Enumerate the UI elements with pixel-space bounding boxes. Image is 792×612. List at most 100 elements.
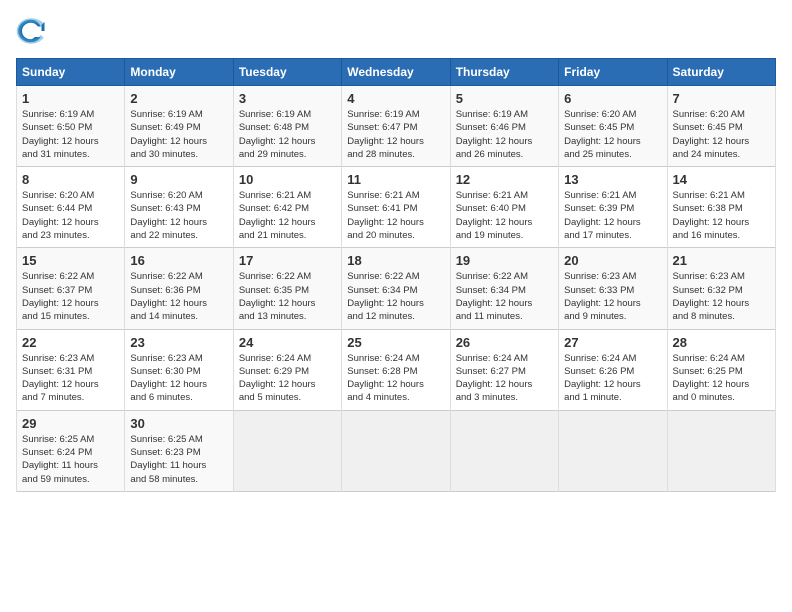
day-number: 24 <box>239 335 336 350</box>
day-info: Sunrise: 6:20 AM Sunset: 6:45 PM Dayligh… <box>673 108 770 161</box>
day-number: 25 <box>347 335 444 350</box>
calendar-table: SundayMondayTuesdayWednesdayThursdayFrid… <box>16 58 776 492</box>
day-info: Sunrise: 6:19 AM Sunset: 6:49 PM Dayligh… <box>130 108 227 161</box>
day-number: 26 <box>456 335 553 350</box>
day-number: 6 <box>564 91 661 106</box>
day-number: 8 <box>22 172 119 187</box>
day-info: Sunrise: 6:19 AM Sunset: 6:48 PM Dayligh… <box>239 108 336 161</box>
day-info: Sunrise: 6:23 AM Sunset: 6:33 PM Dayligh… <box>564 270 661 323</box>
day-info: Sunrise: 6:25 AM Sunset: 6:24 PM Dayligh… <box>22 433 119 486</box>
day-info: Sunrise: 6:20 AM Sunset: 6:45 PM Dayligh… <box>564 108 661 161</box>
calendar-container: SundayMondayTuesdayWednesdayThursdayFrid… <box>0 0 792 502</box>
day-number: 1 <box>22 91 119 106</box>
day-info: Sunrise: 6:23 AM Sunset: 6:31 PM Dayligh… <box>22 352 119 405</box>
day-number: 10 <box>239 172 336 187</box>
week-row-5: 29 Sunrise: 6:25 AM Sunset: 6:24 PM Dayli… <box>17 410 776 491</box>
day-info: Sunrise: 6:21 AM Sunset: 6:39 PM Dayligh… <box>564 189 661 242</box>
day-number: 16 <box>130 253 227 268</box>
day-info: Sunrise: 6:22 AM Sunset: 6:37 PM Dayligh… <box>22 270 119 323</box>
logo <box>16 16 50 46</box>
week-row-2: 8 Sunrise: 6:20 AM Sunset: 6:44 PM Daylig… <box>17 167 776 248</box>
day-info: Sunrise: 6:20 AM Sunset: 6:44 PM Dayligh… <box>22 189 119 242</box>
day-info: Sunrise: 6:22 AM Sunset: 6:34 PM Dayligh… <box>347 270 444 323</box>
day-cell: 15 Sunrise: 6:22 AM Sunset: 6:37 PM Dayli… <box>17 248 125 329</box>
day-number: 27 <box>564 335 661 350</box>
day-number: 20 <box>564 253 661 268</box>
header-cell-sunday: Sunday <box>17 59 125 86</box>
day-number: 14 <box>673 172 770 187</box>
day-cell: 8 Sunrise: 6:20 AM Sunset: 6:44 PM Daylig… <box>17 167 125 248</box>
day-number: 21 <box>673 253 770 268</box>
day-cell: 26 Sunrise: 6:24 AM Sunset: 6:27 PM Dayli… <box>450 329 558 410</box>
day-cell <box>450 410 558 491</box>
day-cell <box>559 410 667 491</box>
day-info: Sunrise: 6:21 AM Sunset: 6:40 PM Dayligh… <box>456 189 553 242</box>
day-number: 18 <box>347 253 444 268</box>
day-info: Sunrise: 6:22 AM Sunset: 6:34 PM Dayligh… <box>456 270 553 323</box>
day-info: Sunrise: 6:19 AM Sunset: 6:47 PM Dayligh… <box>347 108 444 161</box>
day-cell: 25 Sunrise: 6:24 AM Sunset: 6:28 PM Dayli… <box>342 329 450 410</box>
day-cell: 5Sunrise: 6:19 AM Sunset: 6:46 PM Daylig… <box>450 86 558 167</box>
day-info: Sunrise: 6:21 AM Sunset: 6:41 PM Dayligh… <box>347 189 444 242</box>
day-cell: 29 Sunrise: 6:25 AM Sunset: 6:24 PM Dayli… <box>17 410 125 491</box>
calendar-header: SundayMondayTuesdayWednesdayThursdayFrid… <box>17 59 776 86</box>
week-row-1: 1 Sunrise: 6:19 AM Sunset: 6:50 PM Daylig… <box>17 86 776 167</box>
day-info: Sunrise: 6:23 AM Sunset: 6:30 PM Dayligh… <box>130 352 227 405</box>
header-cell-thursday: Thursday <box>450 59 558 86</box>
header-cell-monday: Monday <box>125 59 233 86</box>
day-number: 5 <box>456 91 553 106</box>
day-cell: 20 Sunrise: 6:23 AM Sunset: 6:33 PM Dayli… <box>559 248 667 329</box>
header-cell-friday: Friday <box>559 59 667 86</box>
day-number: 7 <box>673 91 770 106</box>
day-info: Sunrise: 6:24 AM Sunset: 6:27 PM Dayligh… <box>456 352 553 405</box>
logo-icon <box>16 16 46 46</box>
day-cell: 2Sunrise: 6:19 AM Sunset: 6:49 PM Daylig… <box>125 86 233 167</box>
day-cell: 21 Sunrise: 6:23 AM Sunset: 6:32 PM Dayli… <box>667 248 775 329</box>
day-cell: 18 Sunrise: 6:22 AM Sunset: 6:34 PM Dayli… <box>342 248 450 329</box>
day-cell <box>342 410 450 491</box>
day-cell: 17 Sunrise: 6:22 AM Sunset: 6:35 PM Dayli… <box>233 248 341 329</box>
day-cell: 16Sunrise: 6:22 AM Sunset: 6:36 PM Dayli… <box>125 248 233 329</box>
day-number: 15 <box>22 253 119 268</box>
day-number: 11 <box>347 172 444 187</box>
day-number: 9 <box>130 172 227 187</box>
day-cell: 12Sunrise: 6:21 AM Sunset: 6:40 PM Dayli… <box>450 167 558 248</box>
header-cell-saturday: Saturday <box>667 59 775 86</box>
header-cell-wednesday: Wednesday <box>342 59 450 86</box>
header-cell-tuesday: Tuesday <box>233 59 341 86</box>
day-info: Sunrise: 6:24 AM Sunset: 6:29 PM Dayligh… <box>239 352 336 405</box>
day-cell: 4 Sunrise: 6:19 AM Sunset: 6:47 PM Daylig… <box>342 86 450 167</box>
day-cell: 30 Sunrise: 6:25 AM Sunset: 6:23 PM Dayli… <box>125 410 233 491</box>
day-cell: 3 Sunrise: 6:19 AM Sunset: 6:48 PM Daylig… <box>233 86 341 167</box>
day-cell: 6 Sunrise: 6:20 AM Sunset: 6:45 PM Daylig… <box>559 86 667 167</box>
week-row-4: 22Sunrise: 6:23 AM Sunset: 6:31 PM Dayli… <box>17 329 776 410</box>
day-info: Sunrise: 6:22 AM Sunset: 6:35 PM Dayligh… <box>239 270 336 323</box>
day-cell: 11 Sunrise: 6:21 AM Sunset: 6:41 PM Dayli… <box>342 167 450 248</box>
day-number: 19 <box>456 253 553 268</box>
day-number: 3 <box>239 91 336 106</box>
day-info: Sunrise: 6:24 AM Sunset: 6:26 PM Dayligh… <box>564 352 661 405</box>
day-number: 23 <box>130 335 227 350</box>
day-info: Sunrise: 6:25 AM Sunset: 6:23 PM Dayligh… <box>130 433 227 486</box>
day-info: Sunrise: 6:24 AM Sunset: 6:28 PM Dayligh… <box>347 352 444 405</box>
day-cell: 10 Sunrise: 6:21 AM Sunset: 6:42 PM Dayli… <box>233 167 341 248</box>
header-row: SundayMondayTuesdayWednesdayThursdayFrid… <box>17 59 776 86</box>
day-cell: 24 Sunrise: 6:24 AM Sunset: 6:29 PM Dayli… <box>233 329 341 410</box>
day-cell: 1 Sunrise: 6:19 AM Sunset: 6:50 PM Daylig… <box>17 86 125 167</box>
day-info: Sunrise: 6:19 AM Sunset: 6:50 PM Dayligh… <box>22 108 119 161</box>
day-number: 30 <box>130 416 227 431</box>
day-cell <box>667 410 775 491</box>
day-cell: 7 Sunrise: 6:20 AM Sunset: 6:45 PM Daylig… <box>667 86 775 167</box>
week-row-3: 15 Sunrise: 6:22 AM Sunset: 6:37 PM Dayli… <box>17 248 776 329</box>
day-info: Sunrise: 6:24 AM Sunset: 6:25 PM Dayligh… <box>673 352 770 405</box>
day-number: 17 <box>239 253 336 268</box>
day-cell <box>233 410 341 491</box>
day-number: 4 <box>347 91 444 106</box>
calendar-body: 1 Sunrise: 6:19 AM Sunset: 6:50 PM Daylig… <box>17 86 776 492</box>
day-number: 29 <box>22 416 119 431</box>
day-info: Sunrise: 6:23 AM Sunset: 6:32 PM Dayligh… <box>673 270 770 323</box>
day-info: Sunrise: 6:21 AM Sunset: 6:42 PM Dayligh… <box>239 189 336 242</box>
day-cell: 9Sunrise: 6:20 AM Sunset: 6:43 PM Daylig… <box>125 167 233 248</box>
day-number: 28 <box>673 335 770 350</box>
day-cell: 22Sunrise: 6:23 AM Sunset: 6:31 PM Dayli… <box>17 329 125 410</box>
